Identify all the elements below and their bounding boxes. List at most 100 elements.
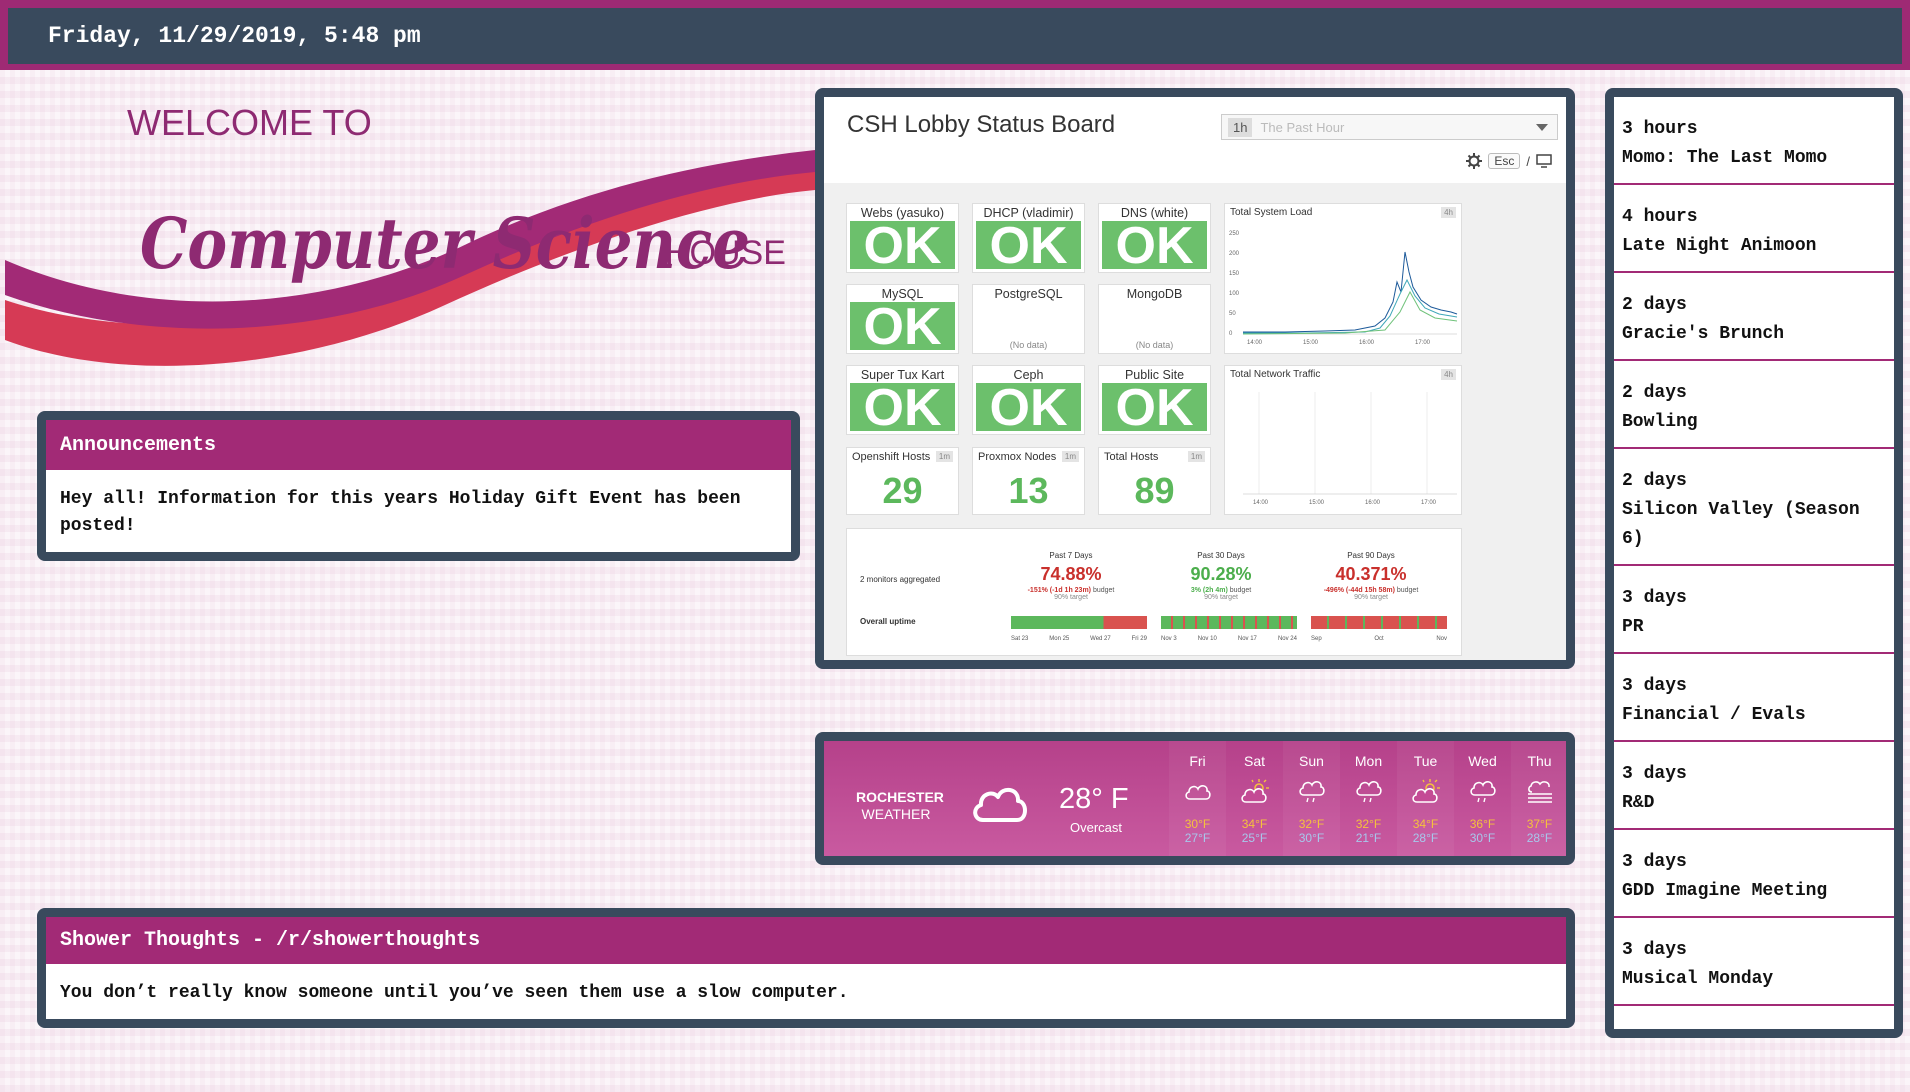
current-condition: Overcast — [1069, 820, 1122, 835]
status-no-data: (No data) — [1135, 340, 1174, 350]
x-tick: 17:00 — [1421, 500, 1437, 506]
list-item: 3 days R&D — [1614, 742, 1894, 830]
dashboard-header: CSH Lobby Status Board 1h The Past Hour … — [824, 97, 1566, 183]
time-range-select[interactable]: 1h The Past Hour — [1221, 114, 1558, 140]
event-when: 3 days — [1622, 764, 1687, 784]
metric-badge: 1m — [1061, 451, 1079, 462]
uptime-bar-30d — [1161, 616, 1297, 629]
forecast-day: Thu 37°F 28°F — [1511, 741, 1566, 856]
cloud-rain-icon — [1340, 772, 1397, 812]
list-item: 2 days Silicon Valley (Season 6) — [1614, 449, 1894, 566]
y-tick: 250 — [1229, 231, 1240, 237]
shower-thoughts-title: Shower Thoughts - /r/showerthoughts — [46, 917, 1566, 964]
esc-key[interactable]: Esc — [1488, 153, 1521, 169]
uptime-budget-line: -496% (-44d 15h 58m) budget — [1301, 587, 1441, 594]
forecast-day-name: Tue — [1413, 753, 1438, 769]
metric-tile: Proxmox Nodes 1m 13 — [972, 447, 1085, 515]
forecast-high: 34°F — [1241, 817, 1268, 831]
tick-label: Sat 23 — [1011, 636, 1029, 642]
uptime-period-header: Past 90 Days — [1347, 551, 1395, 560]
uptime-budget: -151% (-1d 1h 23m) — [1027, 587, 1092, 594]
uptime-period-header: Past 7 Days — [1049, 551, 1093, 560]
top-bar-inner: Friday, 11/29/2019, 5:48 pm — [8, 8, 1902, 64]
uptime-bar-7d — [1011, 616, 1147, 629]
uptime-percent: 74.88% — [1040, 564, 1102, 584]
status-ok: OK — [1102, 382, 1207, 434]
forecast-low: 28°F — [1412, 831, 1439, 845]
tick-label: Nov 24 — [1277, 636, 1297, 642]
x-tick: 16:00 — [1359, 340, 1375, 346]
forecast-day: Fri 30°F 27°F — [1169, 741, 1226, 856]
weather-label: WEATHER — [861, 806, 931, 822]
event-when: 2 days — [1622, 295, 1687, 315]
forecast-day: Mon 32°F 21°F — [1340, 741, 1397, 856]
uptime-target: 90% target — [1054, 594, 1088, 601]
cloud-icon — [1169, 772, 1226, 812]
uptime-period: Past 30 Days 90.28% 3% (2h 4m) budget 90… — [1151, 551, 1291, 601]
forecast-day-name: Mon — [1354, 753, 1383, 769]
uptime-percent: 40.371% — [1335, 564, 1407, 584]
status-tile: MySQL OK — [846, 284, 959, 354]
time-range-value: 1h — [1228, 117, 1253, 137]
tick-label: Nov 10 — [1197, 636, 1217, 642]
forecast-high: 32°F — [1298, 817, 1325, 831]
forecast-high: 36°F — [1469, 817, 1496, 831]
uptime-budget: -496% (-44d 15h 58m) — [1323, 587, 1395, 594]
forecast-day-name: Wed — [1468, 753, 1497, 769]
y-tick: 100 — [1229, 291, 1240, 297]
list-item: 3 hours Momo: The Last Momo — [1614, 97, 1894, 185]
uptime-target: 90% target — [1204, 594, 1238, 601]
event-name: Late Night Animoon — [1622, 236, 1817, 256]
x-tick: 16:00 — [1365, 500, 1381, 506]
uptime-target: 90% target — [1354, 594, 1388, 601]
status-dashboard: CSH Lobby Status Board 1h The Past Hour … — [815, 88, 1575, 669]
partly-sunny-icon — [1397, 772, 1454, 812]
status-ok: OK — [976, 382, 1081, 434]
partly-sunny-icon — [1226, 772, 1283, 812]
load-series — [1242, 251, 1458, 335]
event-when: 2 days — [1622, 471, 1687, 491]
logo-house: HOUSE — [665, 234, 786, 272]
forecast-high: 34°F — [1412, 817, 1439, 831]
logo-welcome: WELCOME TO — [127, 102, 372, 143]
forecast-day-name: Fri — [1189, 753, 1206, 769]
status-tile: Public Site OK — [1098, 365, 1211, 435]
event-schedule: 3 hours Momo: The Last Momo 4 hours Late N… — [1605, 88, 1903, 1038]
event-name: PR — [1622, 617, 1644, 637]
forecast-day-name: Thu — [1527, 753, 1552, 769]
status-ok: OK — [850, 301, 955, 353]
forecast-high: 30°F — [1184, 817, 1211, 831]
top-bar: Friday, 11/29/2019, 5:48 pm — [0, 0, 1910, 70]
list-item: 3 days Musical Monday — [1614, 918, 1894, 1006]
x-tick: 15:00 — [1303, 340, 1319, 346]
weather-city: ROCHESTER — [856, 789, 944, 805]
list-item: 3 days GDD Imagine Meeting — [1614, 830, 1894, 918]
metric-badge: 1m — [1187, 451, 1205, 462]
current-temp: 28° F — [1059, 783, 1129, 815]
weather-background: ROCHESTER WEATHER 28° F Overcast Fri 30°… — [824, 741, 1566, 856]
forecast-low: 25°F — [1241, 831, 1268, 845]
chart-title: Total Network Traffic — [1230, 369, 1321, 380]
y-tick: 150 — [1229, 271, 1240, 277]
status-tile-title: MongoDB — [1126, 287, 1183, 301]
status-ok: OK — [850, 382, 955, 434]
announcements-text: Hey all! Information for this years Holi… — [60, 489, 741, 536]
list-item: 3 days PR — [1614, 566, 1894, 654]
announcements-card: Announcements Hey all! Information for t… — [37, 411, 800, 561]
forecast-low: 30°F — [1469, 831, 1496, 845]
tv-mode-icon[interactable] — [1536, 154, 1552, 168]
metric-badge: 1m — [935, 451, 953, 462]
forecast-day-name: Sat — [1243, 753, 1265, 769]
uptime-bar-90d — [1311, 616, 1447, 629]
chevron-down-icon — [1536, 124, 1548, 131]
metric-tile: Total Hosts 1m 89 — [1098, 447, 1211, 515]
status-tile: DNS (white) OK — [1098, 203, 1211, 273]
gear-icon[interactable] — [1466, 153, 1483, 169]
x-tick: 14:00 — [1253, 500, 1269, 506]
forecast-low: 27°F — [1184, 831, 1211, 845]
shower-thoughts-card: Shower Thoughts - /r/showerthoughts You … — [37, 908, 1575, 1028]
event-name: Financial / Evals — [1622, 705, 1806, 725]
forecast-day: Sun 32°F 30°F — [1283, 741, 1340, 856]
forecast-day: Wed 36°F 30°F — [1454, 741, 1511, 856]
forecast-day: Tue 34°F 28°F — [1397, 741, 1454, 856]
